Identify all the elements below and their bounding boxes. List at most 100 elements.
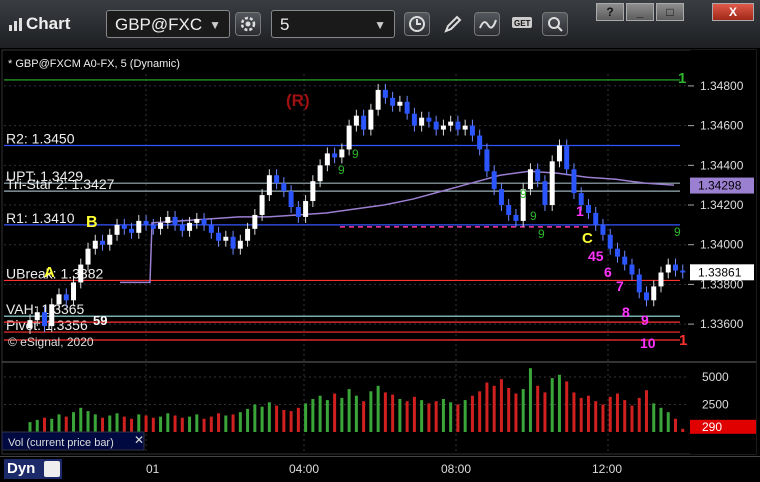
time-tick: 08:00 [441,462,472,476]
candle-body [158,222,164,229]
volume-bar [673,418,677,432]
settings-button[interactable] [235,12,261,36]
volume-bar [449,402,453,432]
volume-bar [173,415,177,432]
candle-body [266,175,272,196]
candle-body [201,218,207,225]
candle-body [281,183,287,192]
volume-bar [180,417,184,432]
time-button[interactable] [404,12,430,36]
volume-bar [130,418,134,432]
volume-bar [151,417,155,432]
annotation-label: C [582,230,593,247]
close-button[interactable]: X [712,3,754,21]
candle-body [317,165,323,182]
volume-bar [43,417,47,432]
candle-body [56,294,62,305]
candle-body [542,181,548,206]
volume-bar [64,416,68,432]
count-glyph: 9 [674,225,681,239]
volume-bar [565,381,569,432]
volume-bar [101,417,105,432]
volume-bar [354,395,358,432]
volume-bar [594,401,598,432]
y-tick-label: 1.33600 [700,317,744,331]
volume-bar [50,418,54,432]
chevron-down-icon[interactable]: ▼ [374,11,386,39]
volume-bar [681,428,685,432]
price-chart[interactable]: R2: 1.3450UPT: 1.3429Tri-Star 2: 1.3427R… [0,48,760,456]
candle-body [513,214,519,221]
candle-body [607,234,613,249]
volume-bar [122,416,126,432]
volume-bar [630,405,634,432]
volume-bar [28,422,32,432]
volume-bar [202,418,206,432]
interval-value: 5 [280,15,290,34]
volume-bar [325,400,329,432]
get-icon: GET [512,17,532,28]
volume-bar [608,396,612,432]
volume-bar [470,395,474,432]
lock-icon[interactable] [44,461,60,477]
time-tick: 12:00 [592,462,623,476]
volume-bar [557,374,561,432]
volume-bar [340,397,344,432]
interval-input[interactable]: 5 ▼ [271,10,395,38]
candle-body [245,228,251,241]
count-glyph: 9 [538,227,545,241]
volume-bar [383,392,387,432]
draw-button[interactable] [440,12,466,36]
symbol-input[interactable]: GBP@FXC ▼ [106,10,230,38]
volume-bar [579,397,583,432]
volume-bar [398,399,402,432]
volume-bar [550,378,554,432]
help-button[interactable]: ? [596,3,624,21]
candle-body [49,304,55,327]
volume-bar [369,391,373,432]
volume-bar [536,385,540,432]
minimize-button[interactable]: _ [626,3,654,21]
volume-bar [311,399,315,432]
volume-bar [528,368,532,432]
volume-bar [188,416,192,432]
clock-icon [409,16,425,32]
annotation-label: 6 [604,264,612,280]
maximize-button[interactable]: □ [656,3,684,21]
candle-body [324,153,330,166]
price-axis: 1.34800 1.34600 1.34400 1.34200 1.34000 1.338… [688,50,756,454]
candle-body [100,240,106,245]
chevron-down-icon[interactable]: ▼ [209,11,221,39]
volume-bar [362,401,366,432]
volume-bar [507,388,511,432]
close-icon[interactable]: ✕ [134,433,144,447]
study-icon [479,19,497,29]
annotation-label: 8 [622,304,630,320]
candle-body [600,224,606,235]
candle-body [484,149,490,172]
candle-body [419,117,425,126]
candle-body [404,101,410,114]
candle-body [208,224,214,233]
volume-bar [35,419,39,432]
volume-bar [275,405,279,432]
search-button[interactable] [542,12,568,36]
candle-body [629,264,635,275]
candle-body [390,97,396,106]
annotation-label: 45 [588,248,604,264]
annotation-label: 1 [679,332,687,349]
count-glyph: 9 [338,163,345,177]
get-button[interactable]: GET [508,12,534,36]
volume-bar [521,389,525,432]
volume-bar [93,414,97,432]
volume-bar [246,408,250,432]
candle-body [433,121,439,130]
volume-bar [441,399,445,432]
studies-button[interactable] [474,12,500,36]
volume-bar [463,400,467,432]
price-axis-bg [690,50,756,454]
volume-bar [296,407,300,432]
volume-bar [231,414,235,432]
candle-body [252,214,258,229]
candle-body [259,195,265,215]
